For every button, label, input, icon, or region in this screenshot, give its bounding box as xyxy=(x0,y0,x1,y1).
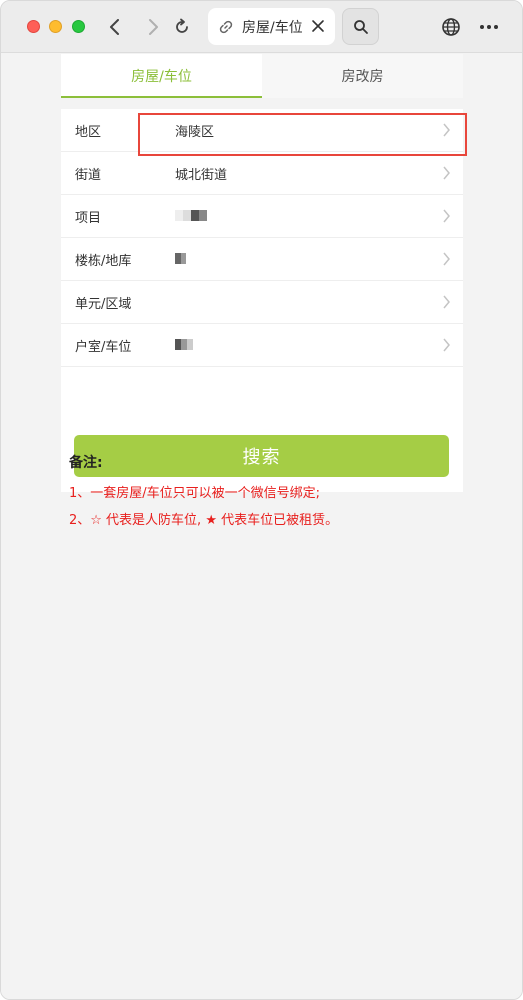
tab-reformed-housing[interactable]: 房改房 xyxy=(262,54,463,98)
tab-house-parking[interactable]: 房屋/车位 xyxy=(61,54,262,98)
more-button[interactable] xyxy=(475,13,503,41)
chevron-right-icon xyxy=(443,295,450,309)
tab-title: 房屋/车位 xyxy=(242,19,302,36)
row-region[interactable]: 地区 海陵区 xyxy=(61,109,463,152)
chevron-right-icon xyxy=(443,123,450,137)
search-icon xyxy=(353,19,368,34)
row-room[interactable]: 户室/车位 xyxy=(61,324,463,367)
reload-button[interactable] xyxy=(168,13,196,41)
row-building[interactable]: 楼栋/地库 xyxy=(61,238,463,281)
chevron-right-icon xyxy=(443,252,450,266)
building-label: 楼栋/地库 xyxy=(75,253,132,269)
notes-line-2: 2、☆ 代表是人防车位, ★ 代表车位已被租赁。 xyxy=(69,513,339,528)
browser-window: 房屋/车位 房屋/车位 房改房 地区 海陵区 街道 城北街道 项目 楼栋/地库 … xyxy=(0,0,523,1000)
chevron-right-icon xyxy=(443,338,450,352)
link-icon xyxy=(219,20,233,33)
maximize-window-button[interactable] xyxy=(72,20,85,33)
region-label: 地区 xyxy=(75,124,102,140)
forward-button[interactable] xyxy=(139,13,167,41)
notes-line-1: 1、一套房屋/车位只可以被一个微信号绑定; xyxy=(69,486,321,501)
chevron-right-icon xyxy=(443,209,450,223)
back-button[interactable] xyxy=(101,13,129,41)
more-icon xyxy=(480,25,498,29)
page-content: 房屋/车位 房改房 地区 海陵区 街道 城北街道 项目 楼栋/地库 单元/区域 … xyxy=(1,54,522,999)
project-label: 项目 xyxy=(75,210,102,226)
forward-icon xyxy=(149,19,158,35)
street-value: 城北街道 xyxy=(175,167,228,183)
close-icon[interactable] xyxy=(310,18,326,34)
redacted-value xyxy=(175,339,193,350)
globe-icon xyxy=(442,18,460,36)
browser-tab[interactable]: 房屋/车位 xyxy=(208,8,335,45)
chevron-right-icon xyxy=(443,166,450,180)
search-button[interactable] xyxy=(342,8,379,45)
reload-icon xyxy=(176,18,188,33)
street-label: 街道 xyxy=(75,167,102,183)
region-value: 海陵区 xyxy=(175,124,215,140)
tab-bar: 房屋/车位 房改房 xyxy=(61,54,463,98)
globe-button[interactable] xyxy=(437,13,465,41)
notes-section: 备注: 1、一套房屋/车位只可以被一个微信号绑定; 2、☆ 代表是人防车位, ★… xyxy=(69,452,509,536)
row-unit[interactable]: 单元/区域 xyxy=(61,281,463,324)
row-project[interactable]: 项目 xyxy=(61,195,463,238)
redacted-value xyxy=(175,210,207,221)
row-street[interactable]: 街道 城北街道 xyxy=(61,152,463,195)
unit-label: 单元/区域 xyxy=(75,296,132,312)
room-label: 户室/车位 xyxy=(75,339,132,355)
minimize-window-button[interactable] xyxy=(49,20,62,33)
browser-toolbar: 房屋/车位 xyxy=(1,1,522,53)
notes-title: 备注: xyxy=(69,455,103,471)
redacted-value xyxy=(175,253,186,264)
search-form: 地区 海陵区 街道 城北街道 项目 楼栋/地库 单元/区域 户室/车位 搜索 xyxy=(61,109,463,492)
back-icon xyxy=(110,19,119,35)
close-window-button[interactable] xyxy=(27,20,40,33)
